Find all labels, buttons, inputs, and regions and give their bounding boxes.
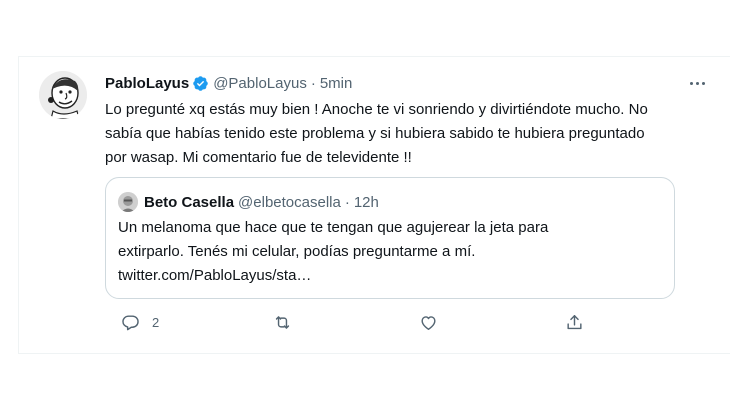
quoted-timestamp: 12h [353, 193, 379, 211]
tweet-header: PabloLayus @PabloLayus · 5min [105, 73, 718, 93]
quoted-text-line: Un melanoma que hace que te tengan que a… [118, 219, 549, 236]
tweet-actions: 2 [105, 311, 585, 333]
quoted-handle: @elbetocasella [238, 193, 341, 211]
share-button[interactable] [565, 311, 584, 333]
quoted-text-line: extirparlo. Tenés mi celular, podías pre… [118, 243, 476, 260]
reply-button[interactable]: 2 [121, 311, 159, 333]
tweet-text: Lo pregunté xq estás muy bien ! Anoche t… [105, 101, 648, 166]
handle[interactable]: @PabloLayus [213, 75, 307, 92]
reply-count: 2 [152, 314, 160, 330]
like-icon [421, 315, 436, 330]
more-options-icon[interactable] [686, 73, 708, 93]
timestamp[interactable]: 5min [320, 75, 353, 92]
retweet-button[interactable] [273, 311, 292, 333]
quoted-avatar-face-icon [118, 192, 138, 212]
separator-dot: · [310, 74, 316, 92]
avatar-caricature-icon [39, 71, 87, 119]
verified-badge-icon [192, 75, 209, 92]
quoted-separator-dot: · [344, 193, 350, 211]
quoted-tweet[interactable]: Beto Casella @elbetocasella · 12h Un mel… [105, 177, 675, 299]
share-icon [567, 314, 582, 329]
tweet-card[interactable]: PabloLayus @PabloLayus · 5min Lo pregunt… [18, 56, 730, 354]
retweet-icon [275, 315, 290, 329]
avatar[interactable] [39, 71, 87, 119]
quoted-tweet-text: Un melanoma que hace que te tengan que a… [118, 216, 658, 288]
reply-icon [122, 314, 139, 330]
quoted-display-name: Beto Casella [144, 193, 235, 211]
quoted-avatar [118, 192, 138, 212]
quoted-tweet-header: Beto Casella @elbetocasella · 12h [118, 191, 662, 213]
display-name[interactable]: PabloLayus [105, 75, 189, 92]
quoted-link[interactable]: twitter.com/PabloLayus/sta… [118, 264, 658, 288]
like-button[interactable] [419, 311, 438, 333]
